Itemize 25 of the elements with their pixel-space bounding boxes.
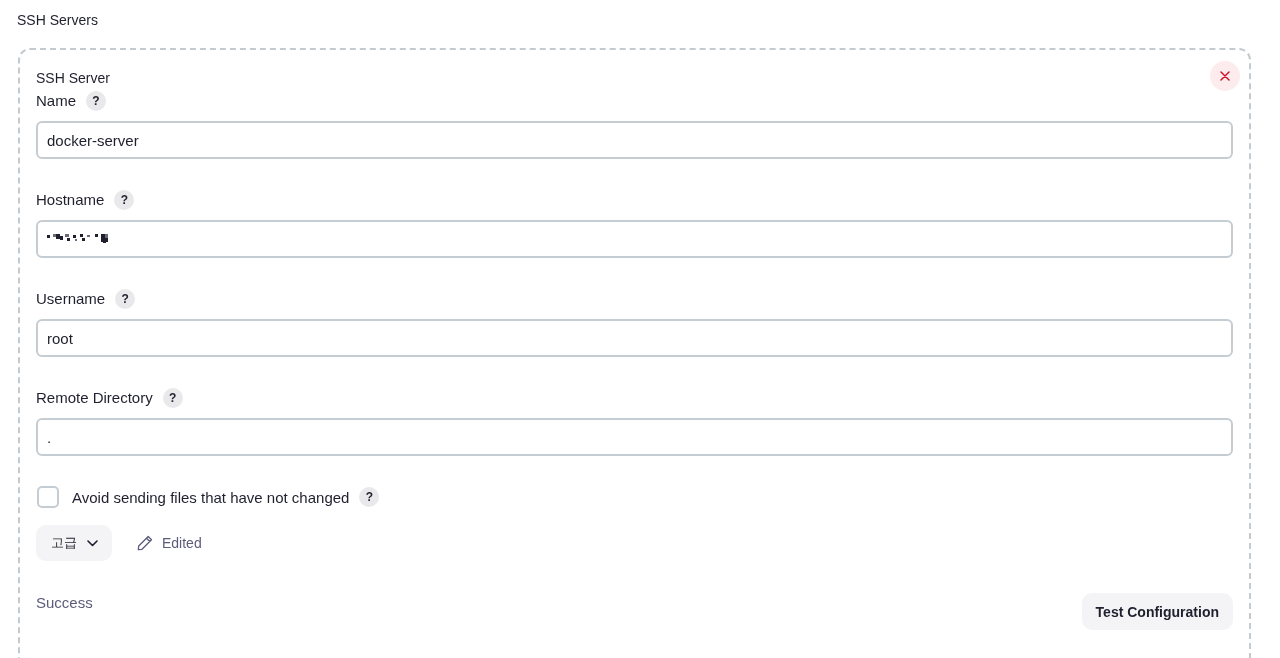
help-button[interactable]: ? <box>359 487 380 507</box>
field-label: Hostname <box>36 190 105 210</box>
close-button[interactable] <box>1210 61 1240 91</box>
close-icon <box>1220 71 1230 81</box>
help-button[interactable]: ? <box>86 91 106 111</box>
test-configuration-button[interactable]: Test Configuration <box>1081 593 1233 630</box>
input-field[interactable]: . <box>36 418 1233 456</box>
help-button[interactable]: ? <box>115 289 136 309</box>
field-label: Name <box>36 91 76 111</box>
input-field[interactable]: root <box>36 319 1233 357</box>
card-title: SSH Server <box>36 70 110 86</box>
edited-status: Edited <box>162 535 202 551</box>
pencil-icon <box>137 535 153 551</box>
checkbox-label: Avoid sending files that have not changed <box>72 488 350 506</box>
section-title: SSH Servers <box>17 11 99 30</box>
advanced-button[interactable]: 고급 <box>36 525 112 561</box>
field-label: Remote Directory <box>36 388 153 408</box>
pixelated-text <box>47 234 109 244</box>
help-button[interactable]: ? <box>114 190 135 210</box>
checkbox[interactable] <box>37 486 59 508</box>
help-button[interactable]: ? <box>162 388 183 408</box>
input-field[interactable]: docker-server <box>36 121 1233 159</box>
test-result: Success <box>36 593 93 613</box>
field-label: Username <box>36 289 106 309</box>
input-field[interactable] <box>36 220 1233 258</box>
